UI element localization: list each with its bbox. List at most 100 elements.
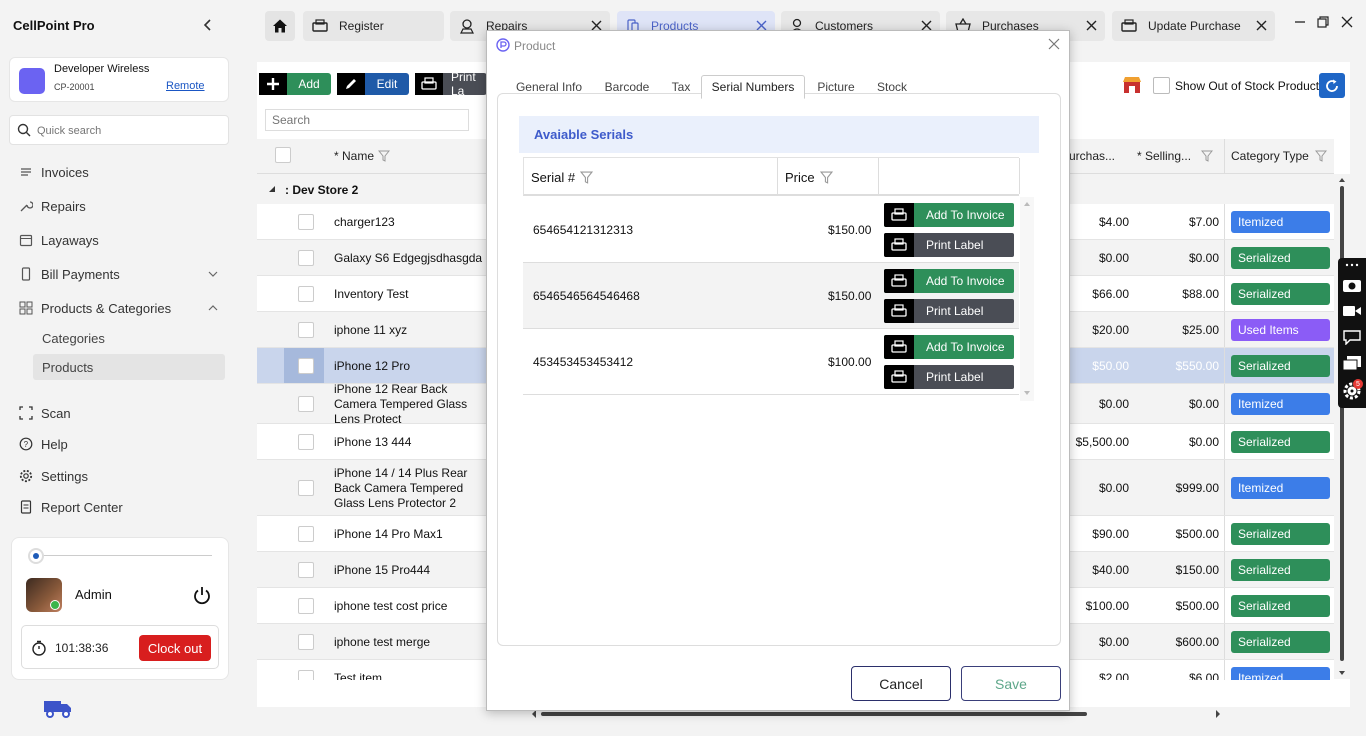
serial-number: 453453453453412 (533, 355, 634, 369)
purchase-cost: $40.00 (1092, 563, 1129, 577)
vertical-scrollbar[interactable] (1334, 174, 1350, 679)
serial-price: $150.00 (828, 223, 872, 237)
camera-icon[interactable] (1342, 277, 1362, 293)
product-name: iphone 11 xyz (334, 322, 408, 337)
row-checkbox[interactable] (298, 634, 314, 650)
print-label-button[interactable]: Print Label (884, 299, 1014, 323)
product-dialog: Product General Info Barcode Tax Serial … (486, 30, 1070, 711)
serial-number: 654654121312313 (533, 223, 634, 237)
filter-icon[interactable] (819, 171, 833, 184)
tab-serial-numbers[interactable]: Serial Numbers (701, 75, 805, 99)
print-label-button[interactable]: Print Label (884, 233, 1014, 257)
truck-icon[interactable] (42, 697, 74, 719)
serial-row[interactable]: 654654121312313 $150.00 Add To Invoice Prin… (523, 197, 1019, 263)
add-to-invoice-button[interactable]: Add To Invoice (884, 203, 1014, 227)
purchase-cost: $66.00 (1092, 287, 1129, 301)
button-label: Print Label (926, 238, 984, 252)
product-name: iphone test merge (334, 634, 431, 649)
serial-numbers-panel: Avaiable Serials Serial # Price 65465412… (497, 93, 1061, 646)
print-label-button[interactable]: Print Label (884, 365, 1014, 389)
row-checkbox[interactable] (298, 396, 314, 412)
serial-row[interactable]: 6546546564546468 $150.00 Add To Invoice Pri… (523, 263, 1019, 329)
row-checkbox[interactable] (298, 598, 314, 614)
selling-price: $0.00 (1188, 435, 1219, 449)
row-checkbox[interactable] (298, 670, 314, 680)
purchase-cost: $90.00 (1092, 527, 1129, 541)
category-type-badge: Serialized (1231, 431, 1330, 453)
save-button[interactable]: Save (961, 666, 1061, 701)
button-label: Add To Invoice (926, 340, 1005, 354)
row-checkbox[interactable] (298, 434, 314, 450)
selling-price: $500.00 (1175, 599, 1219, 613)
product-name: Test item (334, 670, 383, 681)
notification-badge: 5 (1353, 379, 1363, 389)
button-label: Print Label (926, 304, 984, 318)
category-type-badge: Serialized (1231, 355, 1330, 377)
product-name: iPhone 14 / 14 Plus Rear Back Camera Tem… (334, 465, 468, 510)
column-header-serial[interactable]: Serial # (531, 170, 594, 185)
cancel-button[interactable]: Cancel (851, 666, 951, 701)
selling-price: $25.00 (1182, 323, 1219, 337)
close-icon[interactable] (1048, 38, 1060, 50)
product-name: iPhone 12 Rear Back Camera Tempered Glas… (334, 381, 468, 426)
serial-number: 6546546564546468 (533, 289, 640, 303)
category-type-badge: Itemized (1231, 211, 1330, 233)
row-checkbox[interactable] (298, 286, 314, 302)
row-checkbox[interactable] (298, 358, 314, 374)
windows-icon[interactable] (1342, 355, 1362, 371)
dialog-title: Product (514, 39, 556, 53)
serials-scrollbar[interactable] (1020, 197, 1034, 401)
selling-price: $550.00 (1175, 359, 1219, 373)
purchase-cost: $2.00 (1098, 671, 1129, 680)
selling-price: $150.00 (1175, 563, 1219, 577)
button-label: Print Label (926, 370, 984, 384)
category-type-badge: Serialized (1231, 247, 1330, 269)
row-checkbox[interactable] (298, 250, 314, 266)
selling-price: $88.00 (1182, 287, 1219, 301)
purchase-cost: $0.00 (1098, 481, 1129, 495)
button-label: Add To Invoice (926, 274, 1005, 288)
selling-price: $500.00 (1175, 527, 1219, 541)
add-to-invoice-button[interactable]: Add To Invoice (884, 335, 1014, 359)
purchase-cost: $0.00 (1098, 397, 1129, 411)
purchase-cost: $20.00 (1092, 323, 1129, 337)
product-name: iPhone 14 Pro Max1 (334, 526, 443, 541)
serial-row[interactable]: 453453453453412 $100.00 Add To Invoice Prin… (523, 329, 1019, 395)
row-checkbox[interactable] (298, 526, 314, 542)
purchase-cost: $100.00 (1085, 599, 1129, 613)
row-checkbox[interactable] (298, 480, 314, 496)
printer-icon (884, 269, 914, 293)
filter-icon[interactable] (580, 171, 594, 184)
video-icon[interactable] (1342, 304, 1362, 318)
serial-price: $150.00 (828, 289, 872, 303)
category-type-badge: Itemized (1231, 393, 1330, 415)
purchase-cost: $50.00 (1092, 359, 1129, 373)
purchase-cost: $5,500.00 (1075, 435, 1129, 449)
serial-price: $100.00 (828, 355, 872, 369)
serials-header: Avaiable Serials (519, 116, 1039, 153)
selling-price: $0.00 (1188, 251, 1219, 265)
category-type-badge: Serialized (1231, 283, 1330, 305)
selling-price: $999.00 (1175, 481, 1219, 495)
category-type-badge: Used Items (1231, 319, 1330, 341)
row-checkbox[interactable] (298, 322, 314, 338)
printer-icon (884, 233, 914, 257)
selling-price: $7.00 (1188, 215, 1219, 229)
serials-grid-header: Serial # Price (523, 157, 1020, 196)
chat-icon[interactable] (1342, 329, 1362, 345)
purchase-cost: $0.00 (1098, 251, 1129, 265)
row-checkbox[interactable] (298, 562, 314, 578)
product-name: charger123 (334, 214, 395, 229)
side-toolbar: 5 (1338, 258, 1366, 408)
category-type-badge: Itemized (1231, 667, 1330, 680)
product-name: iphone test cost price (334, 598, 448, 613)
printer-icon (884, 365, 914, 389)
product-name: iPhone 15 Pro444 (334, 562, 431, 577)
add-to-invoice-button[interactable]: Add To Invoice (884, 269, 1014, 293)
column-header-price[interactable]: Price (785, 170, 833, 185)
purchase-cost: $4.00 (1098, 215, 1129, 229)
more-icon[interactable] (1344, 262, 1360, 268)
serials-grid: Serial # Price 654654121312313 $150.00 Add… (523, 157, 1039, 401)
row-checkbox[interactable] (298, 214, 314, 230)
category-type-badge: Serialized (1231, 595, 1330, 617)
